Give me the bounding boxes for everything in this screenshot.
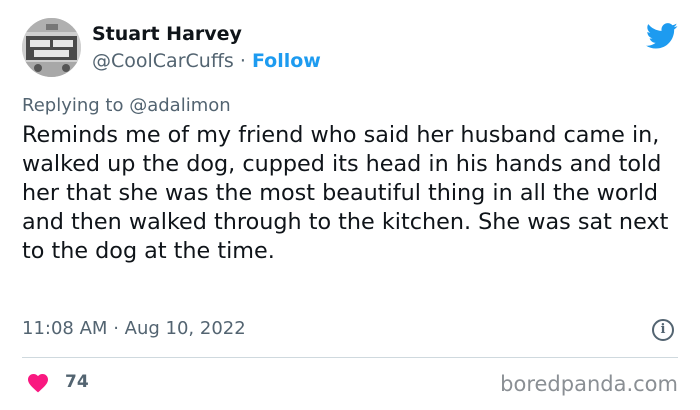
tweet-date: Aug 10, 2022 [124, 318, 246, 339]
replying-to-line: Replying to @adalimon [22, 95, 231, 116]
tweet-text: Reminds me of my friend who said her hus… [22, 122, 669, 264]
follow-button[interactable]: Follow [252, 50, 321, 72]
tweet-time: 11:08 AM [22, 318, 108, 339]
author-display-name[interactable]: Stuart Harvey [92, 23, 242, 45]
separator-dot: · [239, 50, 246, 72]
author-handle-row: @CoolCarCuffs · Follow [92, 50, 321, 72]
avatar-image [22, 18, 81, 77]
watermark: boredpanda.com [500, 372, 678, 396]
replying-to-user-link[interactable]: @adalimon [129, 95, 230, 116]
divider [22, 357, 678, 358]
avatar[interactable] [22, 18, 81, 77]
heart-icon[interactable] [26, 371, 50, 393]
timestamp-separator: · [113, 318, 119, 339]
replying-label: Replying to [22, 95, 124, 116]
author-handle[interactable]: @CoolCarCuffs [92, 50, 234, 72]
like-count: 74 [65, 372, 89, 392]
info-icon[interactable]: i [652, 319, 674, 341]
tweet-timestamp[interactable]: 11:08 AM · Aug 10, 2022 [22, 318, 246, 339]
twitter-bird-icon[interactable] [646, 20, 678, 52]
